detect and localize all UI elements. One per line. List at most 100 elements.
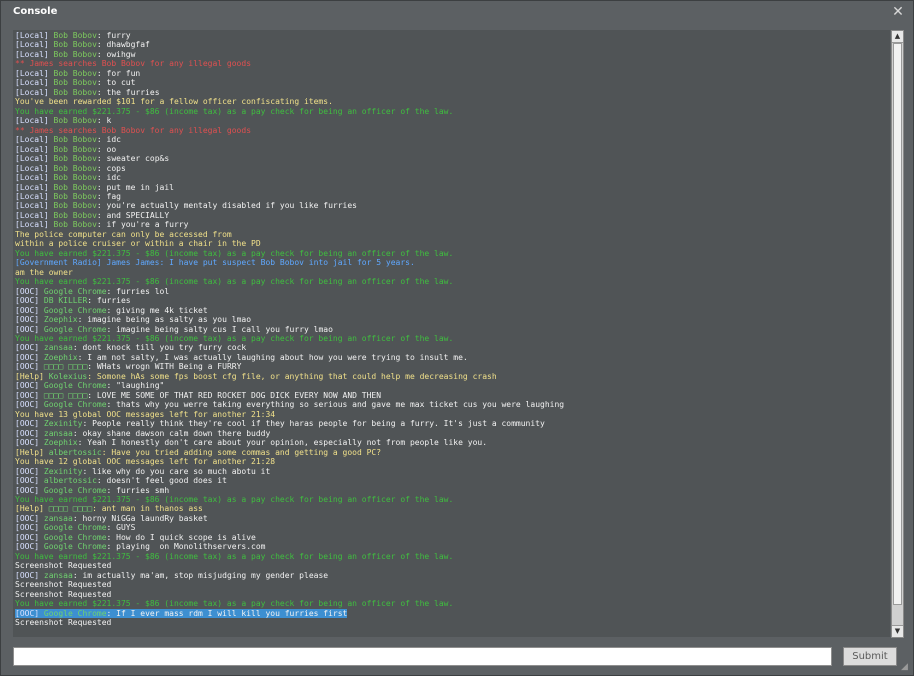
log-segment: Google Chrome: [43, 542, 107, 552]
log-segment: □□□□ □□□□: [43, 362, 88, 372]
log-segment: [Local]: [15, 154, 54, 164]
log-segment: [Local]: [15, 135, 54, 145]
log-segment: Bob Bobov: [53, 68, 97, 78]
log-segment: [OOC]: [15, 343, 44, 353]
log-segment: : People really think they're cool if th…: [82, 419, 545, 429]
log-segment: You have earned $221.375 - $86 (income t…: [15, 248, 454, 258]
log-segment: [Local]: [15, 191, 54, 201]
log-segment: James James: [106, 258, 160, 268]
log-line: [Local] Bob Bobov: put me in jail: [15, 183, 890, 192]
log-segment: [OOC]: [15, 381, 44, 391]
log-line: You have earned $221.375 - $86 (income t…: [15, 249, 890, 258]
log-segment: Bob Bobov: [53, 220, 97, 230]
log-segment: [OOC]: [15, 390, 44, 400]
log-line: within a police cruiser or within a chai…: [15, 239, 890, 248]
log-segment: Bob Bobov: [53, 201, 97, 211]
log-line: [Help] □□□□ □□□□: ant man in thanos ass: [15, 504, 890, 513]
log-segment: : Yeah I honestly don't care about your …: [77, 438, 488, 448]
log-segment: You have earned $221.375 - $86 (income t…: [15, 551, 454, 561]
log-segment: [OOC]: [15, 608, 44, 618]
log-segment: Google Chrome: [43, 400, 107, 410]
log-segment: : put me in jail: [96, 182, 174, 192]
log-segment: : cops: [96, 163, 126, 173]
log-segment: : idc: [96, 135, 121, 145]
title-bar[interactable]: Console ✕: [1, 1, 913, 23]
log-line: Screenshot Requested: [15, 561, 890, 570]
log-segment: Google Chrome: [43, 523, 107, 533]
log-segment: [OOC]: [15, 570, 44, 580]
log-segment: [Help]: [15, 447, 49, 457]
log-line: Screenshot Requested: [15, 590, 890, 599]
log-line: [Local] Bob Bobov: idc: [15, 135, 890, 144]
submit-button[interactable]: Submit: [843, 647, 897, 666]
console-log[interactable]: [Local] Bob Bobov: furry [Local] Bob Bobo…: [13, 30, 890, 637]
log-segment: [Local]: [15, 182, 54, 192]
log-segment: Google Chrome: [43, 324, 107, 334]
log-segment: : dont knock till you try furry cock: [72, 343, 247, 353]
log-segment: : imagine being salty cus I call you fur…: [106, 324, 333, 334]
log-line: [Government Radio] James James: I have p…: [15, 258, 890, 267]
log-segment: : thats why you werre taking everything …: [106, 400, 565, 410]
log-segment: : im actually ma'am, stop misjudging my …: [72, 570, 329, 580]
log-segment: : furries lol: [106, 286, 170, 296]
log-segment: : "laughing": [106, 381, 165, 391]
log-segment: You have 12 global OOC messages left for…: [15, 457, 276, 467]
log-segment: : GUYS: [106, 523, 136, 533]
log-line: [OOC] Google Chrome: GUYS: [15, 523, 890, 532]
log-segment: : the furries: [96, 87, 160, 97]
log-segment: [Local]: [15, 49, 54, 59]
log-segment: You have earned $221.375 - $86 (income t…: [15, 277, 454, 287]
log-segment: [Help]: [15, 371, 49, 381]
log-scrollbar[interactable]: ▲ ▼: [891, 30, 904, 638]
log-segment: : and SPECIALLY: [96, 210, 170, 220]
log-line: [OOC] Zoephix: I am not salty, I was act…: [15, 353, 890, 362]
log-segment: : fag: [96, 191, 121, 201]
log-segment: Google Chrome: [43, 305, 107, 315]
log-segment: You have earned $221.375 - $86 (income t…: [15, 334, 454, 343]
log-segment: : doesn't feel good does it: [96, 476, 227, 486]
log-line: [Local] Bob Bobov: sweater cop&s: [15, 154, 890, 163]
log-segment: [Local]: [15, 31, 54, 40]
log-line: [Local] Bob Bobov: furry: [15, 31, 890, 40]
log-segment: [Local]: [15, 144, 54, 154]
log-line: [OOC] zansaa: im actually ma'am, stop mi…: [15, 571, 890, 580]
log-segment: [OOC]: [15, 305, 44, 315]
log-line: You have earned $221.375 - $86 (income t…: [15, 599, 890, 608]
log-lines: [Local] Bob Bobov: furry [Local] Bob Bobo…: [13, 30, 890, 628]
console-input[interactable]: [13, 647, 832, 666]
log-segment: [OOC]: [15, 400, 44, 410]
log-segment: You've been rewarded $101 for a fellow o…: [15, 97, 333, 107]
log-segment: [OOC]: [15, 315, 44, 325]
log-segment: Zoephix: [43, 438, 78, 448]
log-line: Screenshot Requested: [15, 618, 890, 627]
log-segment: : to cut: [96, 78, 136, 88]
log-line: [Local] Bob Bobov: idc: [15, 173, 890, 182]
log-line: Screenshot Requested: [15, 580, 890, 589]
resize-grip-icon[interactable]: ◢: [901, 663, 910, 672]
log-segment: [Local]: [15, 78, 54, 88]
log-line: You have earned $221.375 - $86 (income t…: [15, 552, 890, 561]
log-segment: The police computer can only be accessed…: [15, 229, 232, 239]
log-line: You have earned $221.375 - $86 (income t…: [15, 334, 890, 343]
scroll-up-icon[interactable]: ▲: [892, 31, 903, 43]
log-segment: Bob Bobov: [53, 116, 97, 126]
log-segment: : okay shane dawson calm down there budd…: [72, 428, 271, 438]
log-line: [OOC] □□□□ □□□□: WHats wrogn WITH Being …: [15, 362, 890, 371]
log-segment: : I have put suspect Bob Bobov into jail…: [159, 258, 415, 268]
log-segment: : if you're a furry: [96, 220, 189, 230]
log-line: You have earned $221.375 - $86 (income t…: [15, 495, 890, 504]
log-segment: [OOC]: [15, 513, 44, 523]
log-segment: [Help]: [15, 504, 49, 514]
log-segment: Bob Bobov: [53, 163, 97, 173]
log-line: [Local] Bob Bobov: you're actually menta…: [15, 201, 890, 210]
log-segment: : you're actually mentaly disabled if yo…: [96, 201, 357, 211]
log-line: [Local] Bob Bobov: dhawbgfaf: [15, 40, 890, 49]
log-line: [OOC] Google Chrome: How do I quick scop…: [15, 533, 890, 542]
scrollbar-thumb[interactable]: [893, 43, 902, 605]
scroll-down-icon[interactable]: ▼: [892, 625, 903, 637]
log-segment: [OOC]: [15, 419, 44, 429]
log-segment: : ant man in thanos ass: [92, 504, 203, 514]
log-segment: : Somone hAs some fps boost cfg file, or…: [87, 371, 497, 381]
close-icon[interactable]: ✕: [889, 3, 907, 21]
log-segment: Google Chrome: [43, 532, 107, 542]
